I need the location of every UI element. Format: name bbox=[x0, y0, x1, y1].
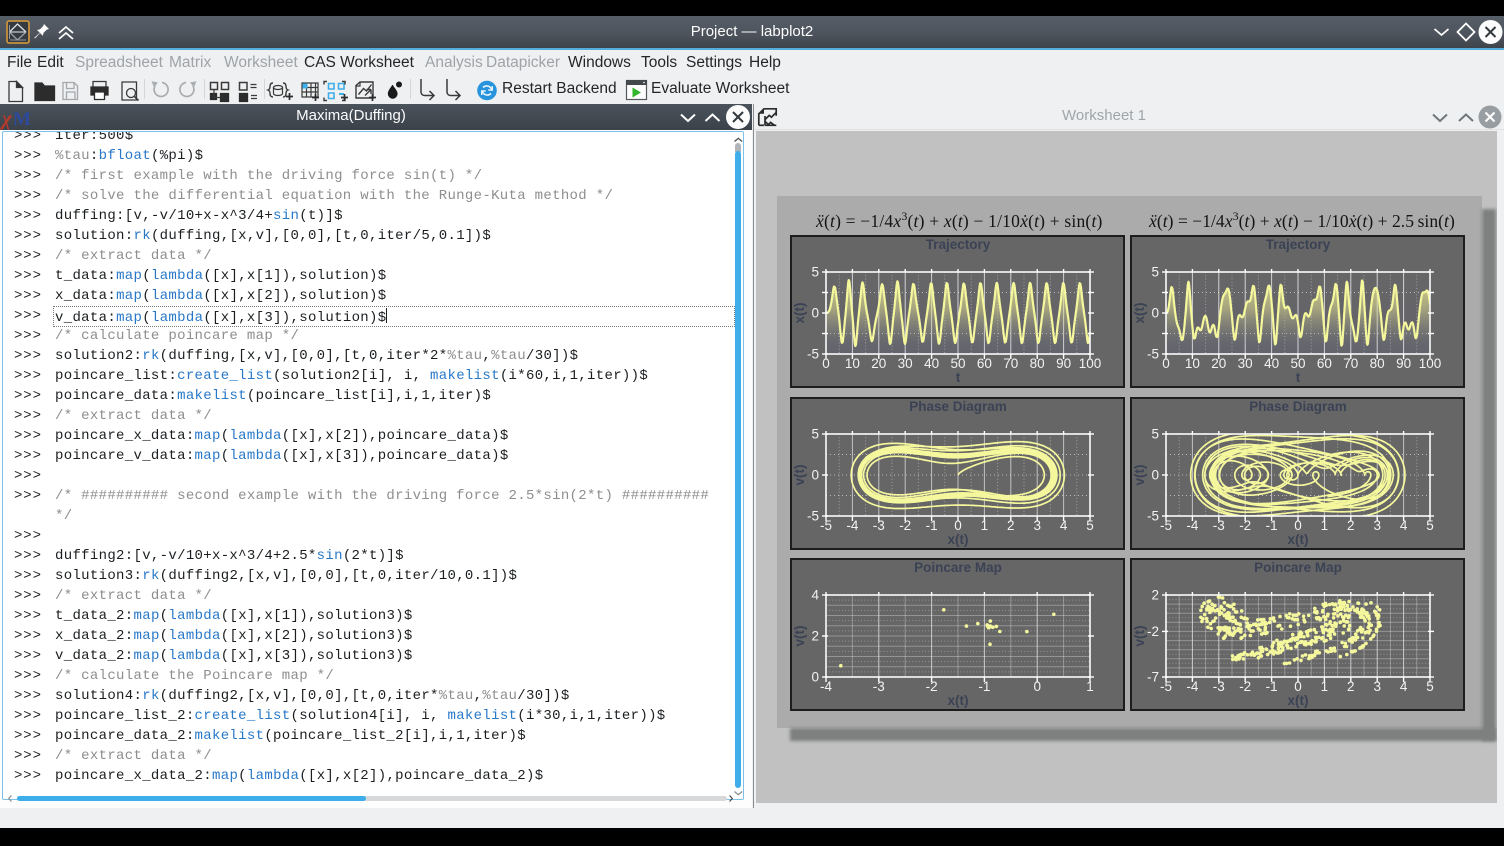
svg-text:Trajectory: Trajectory bbox=[1266, 237, 1331, 252]
svg-text:v(t): v(t) bbox=[792, 626, 807, 647]
svg-text:-2: -2 bbox=[1239, 518, 1251, 533]
svg-text:0: 0 bbox=[811, 468, 819, 483]
svg-text:x(t): x(t) bbox=[948, 532, 969, 547]
svg-text:-5: -5 bbox=[807, 509, 819, 524]
svg-text:50: 50 bbox=[950, 356, 965, 371]
svg-text:0: 0 bbox=[1033, 679, 1041, 694]
svg-text:90: 90 bbox=[1056, 356, 1071, 371]
svg-text:v(t): v(t) bbox=[1132, 626, 1147, 647]
svg-text:0: 0 bbox=[954, 518, 962, 533]
svg-text:90: 90 bbox=[1396, 356, 1411, 371]
svg-text:0: 0 bbox=[811, 670, 819, 685]
svg-text:3: 3 bbox=[1373, 518, 1381, 533]
svg-text:10: 10 bbox=[845, 356, 860, 371]
svg-text:4: 4 bbox=[811, 588, 819, 603]
svg-text:1: 1 bbox=[1321, 518, 1329, 533]
svg-text:x(t): x(t) bbox=[948, 693, 969, 708]
svg-text:2: 2 bbox=[811, 629, 819, 644]
svg-text:-2: -2 bbox=[1239, 679, 1251, 694]
svg-text:2: 2 bbox=[1347, 518, 1355, 533]
svg-text:40: 40 bbox=[924, 356, 939, 371]
svg-text:v(t): v(t) bbox=[792, 465, 807, 486]
svg-text:3: 3 bbox=[1373, 679, 1381, 694]
svg-text:x(t): x(t) bbox=[792, 303, 807, 324]
svg-text:5: 5 bbox=[811, 427, 819, 442]
svg-text:0: 0 bbox=[822, 356, 830, 371]
svg-text:5: 5 bbox=[1086, 518, 1094, 533]
svg-text:-1: -1 bbox=[926, 518, 938, 533]
svg-text:-4: -4 bbox=[1186, 518, 1198, 533]
svg-text:3: 3 bbox=[1033, 518, 1041, 533]
svg-text:-5: -5 bbox=[820, 518, 832, 533]
svg-text:-1: -1 bbox=[1266, 518, 1278, 533]
svg-text:60: 60 bbox=[1317, 356, 1332, 371]
svg-text:20: 20 bbox=[1211, 356, 1226, 371]
svg-text:-3: -3 bbox=[873, 518, 885, 533]
svg-text:-1: -1 bbox=[1266, 679, 1278, 694]
svg-text:-4: -4 bbox=[820, 679, 832, 694]
svg-text:5: 5 bbox=[1426, 679, 1434, 694]
svg-text:0: 0 bbox=[1294, 518, 1302, 533]
svg-text:-1: -1 bbox=[978, 679, 990, 694]
svg-text:-7: -7 bbox=[1147, 670, 1159, 685]
svg-text:-5: -5 bbox=[1147, 347, 1159, 362]
svg-text:-5: -5 bbox=[1160, 679, 1172, 694]
svg-text:x(t): x(t) bbox=[1288, 693, 1309, 708]
svg-text:2: 2 bbox=[1007, 518, 1015, 533]
svg-text:4: 4 bbox=[1400, 518, 1408, 533]
svg-text:5: 5 bbox=[1151, 427, 1159, 442]
svg-text:-2: -2 bbox=[899, 518, 911, 533]
svg-text:x(t): x(t) bbox=[1288, 532, 1309, 547]
svg-text:0: 0 bbox=[1151, 306, 1159, 321]
svg-text:10: 10 bbox=[1185, 356, 1200, 371]
svg-text:5: 5 bbox=[1151, 265, 1159, 280]
svg-text:-2: -2 bbox=[926, 679, 938, 694]
svg-text:0: 0 bbox=[1162, 356, 1170, 371]
svg-text:Poincare Map: Poincare Map bbox=[1254, 560, 1342, 575]
svg-text:40: 40 bbox=[1264, 356, 1279, 371]
svg-text:Phase Diagram: Phase Diagram bbox=[909, 399, 1007, 414]
svg-text:5: 5 bbox=[1426, 518, 1434, 533]
svg-text:-4: -4 bbox=[1186, 679, 1198, 694]
svg-text:-2: -2 bbox=[1147, 624, 1159, 639]
svg-text:-5: -5 bbox=[1160, 518, 1172, 533]
svg-text:1: 1 bbox=[1086, 679, 1094, 694]
svg-text:50: 50 bbox=[1290, 356, 1305, 371]
svg-text:70: 70 bbox=[1343, 356, 1358, 371]
svg-text:-5: -5 bbox=[807, 347, 819, 362]
svg-text:30: 30 bbox=[1238, 356, 1253, 371]
svg-text:0: 0 bbox=[1294, 679, 1302, 694]
svg-text:30: 30 bbox=[898, 356, 913, 371]
svg-text:t: t bbox=[956, 370, 961, 385]
svg-text:x(t): x(t) bbox=[1132, 303, 1147, 324]
svg-text:100: 100 bbox=[1419, 356, 1442, 371]
svg-text:Trajectory: Trajectory bbox=[926, 237, 991, 252]
svg-text:Poincare Map: Poincare Map bbox=[914, 560, 1002, 575]
svg-text:v(t): v(t) bbox=[1132, 465, 1147, 486]
svg-text:-4: -4 bbox=[846, 518, 858, 533]
svg-text:2: 2 bbox=[1347, 679, 1355, 694]
svg-text:0: 0 bbox=[1151, 468, 1159, 483]
svg-text:100: 100 bbox=[1079, 356, 1102, 371]
svg-text:-3: -3 bbox=[1213, 518, 1225, 533]
svg-text:-3: -3 bbox=[873, 679, 885, 694]
svg-text:70: 70 bbox=[1003, 356, 1018, 371]
svg-text:1: 1 bbox=[981, 518, 989, 533]
svg-text:80: 80 bbox=[1370, 356, 1385, 371]
svg-text:-5: -5 bbox=[1147, 509, 1159, 524]
svg-text:0: 0 bbox=[811, 306, 819, 321]
svg-text:t: t bbox=[1296, 370, 1301, 385]
svg-text:20: 20 bbox=[871, 356, 886, 371]
svg-text:80: 80 bbox=[1030, 356, 1045, 371]
svg-text:4: 4 bbox=[1400, 679, 1408, 694]
svg-text:60: 60 bbox=[977, 356, 992, 371]
svg-text:4: 4 bbox=[1060, 518, 1068, 533]
svg-text:-3: -3 bbox=[1213, 679, 1225, 694]
svg-text:5: 5 bbox=[811, 265, 819, 280]
svg-text:1: 1 bbox=[1321, 679, 1329, 694]
svg-text:Phase Diagram: Phase Diagram bbox=[1249, 399, 1347, 414]
svg-text:2: 2 bbox=[1151, 588, 1159, 603]
